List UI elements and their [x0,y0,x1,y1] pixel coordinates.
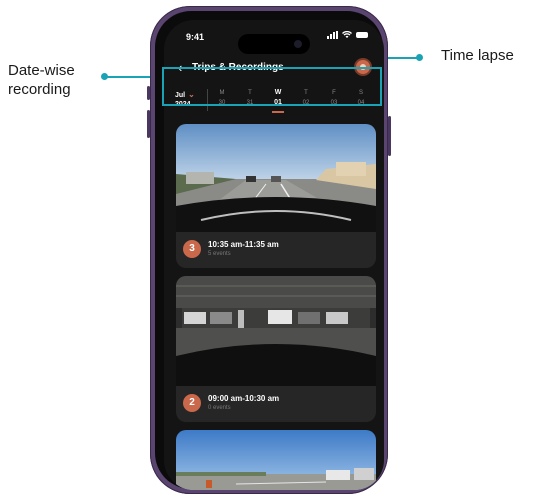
trip-meta: 3 10:35 am-11:35 am 5 events [176,232,376,268]
status-icons [327,31,368,39]
callout-date-wise-label: Date-wise recording [8,61,75,99]
trip-card[interactable]: 3 10:35 am-11:35 am 5 events [176,124,376,268]
callout-time-lapse-label: Time lapse [441,47,514,64]
callout-left-line2: recording [8,81,71,98]
trip-events: 5 events [208,251,231,257]
selected-underline [272,111,284,113]
dynamic-island [238,34,310,54]
trip-time-range: 09:00 am-10:30 am [208,394,280,403]
date-wise-recording-highlight [162,67,382,106]
signal-icon [327,31,338,39]
wifi-icon [342,31,352,38]
camera-icon [294,40,302,48]
trip-card[interactable]: 2 09:00 am-10:30 am 0 events [176,276,376,422]
trip-card[interactable] [176,430,376,490]
trip-thumbnail-highway [176,124,376,232]
status-time: 9:41 [186,32,205,42]
battery-icon [356,32,368,38]
trip-time-range: 10:35 am-11:35 am [208,240,279,249]
trip-thumbnail-highway-sky [176,430,376,490]
phone-button-right [388,116,391,156]
trip-meta: 2 09:00 am-10:30 am 0 events [176,386,376,422]
callout-left-line1: Date-wise [8,62,75,79]
phone-button-left-2 [147,110,150,138]
trip-number-badge: 2 [183,394,201,412]
trip-events: 0 events [208,405,231,411]
status-bar: 9:41 [164,28,384,54]
phone-button-left-1 [147,86,150,100]
trip-number-badge: 3 [183,240,201,258]
trip-thumbnail-parking-garage [176,276,376,386]
